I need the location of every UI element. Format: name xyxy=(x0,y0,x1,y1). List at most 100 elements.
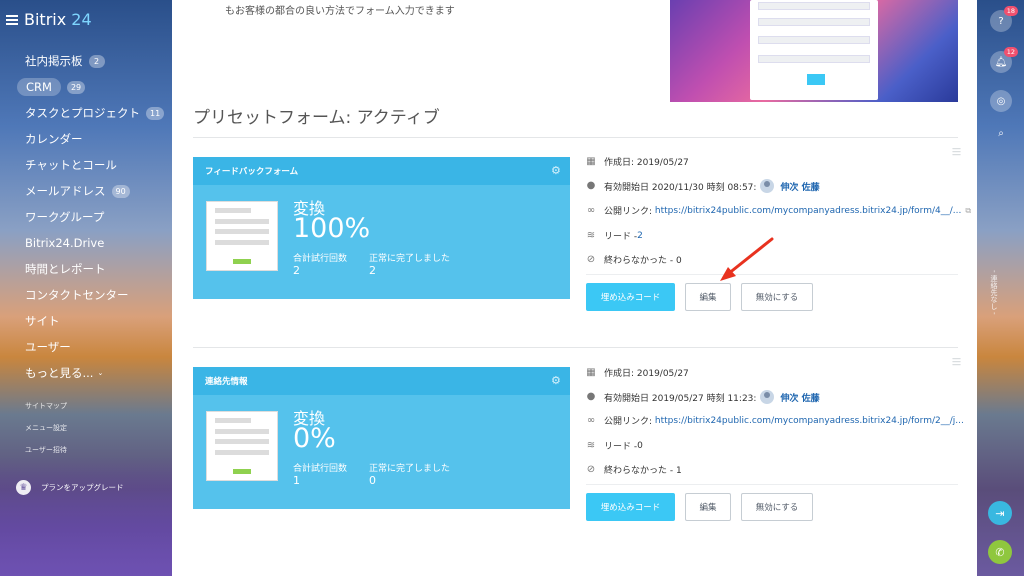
sidebar-item-calendar[interactable]: カレンダー xyxy=(0,126,172,152)
embed-code-button[interactable]: 埋め込みコード xyxy=(586,283,675,311)
sidebar-item-workgroups[interactable]: ワークグループ xyxy=(0,204,172,230)
avatar xyxy=(760,390,775,404)
form-thumbnail[interactable] xyxy=(206,411,278,481)
menu-settings-link[interactable]: メニュー設定 xyxy=(25,423,67,433)
leads-row: ≋ リード - 0 xyxy=(586,439,643,452)
public-link-label: 公開リンク: xyxy=(604,417,653,427)
public-link[interactable]: https://bitrix24public.com/mycompanyadre… xyxy=(655,206,961,216)
exit-button[interactable]: ⇥ xyxy=(988,501,1012,525)
sidebar-item-label: タスクとプロジェクト xyxy=(25,106,140,120)
annotation-arrow-icon xyxy=(720,237,774,281)
disable-button[interactable]: 無効にする xyxy=(741,493,813,521)
sidebar-item-crm[interactable]: CRM 29 xyxy=(0,74,172,100)
edit-button[interactable]: 編集 xyxy=(685,283,731,311)
counter-badge: 2 xyxy=(88,54,105,68)
sidebar-item-time-reports[interactable]: 時間とレポート xyxy=(0,256,172,282)
sidebar-background-fade xyxy=(0,456,172,576)
active-from-row: ● 有効開始日 2020/11/30 時刻 08:57: 伸次 佐藤 xyxy=(586,179,820,193)
counter-badge: 90 xyxy=(111,184,130,198)
sidebar-item-label: CRM xyxy=(17,78,61,96)
sidebar-item-contact-center[interactable]: コンタクトセンター xyxy=(0,282,172,308)
sitemap-link[interactable]: サイトマップ xyxy=(25,401,67,411)
active-from-text: 有効開始日 2019/05/27 時刻 11:23: xyxy=(604,393,757,404)
sidebar-item-mail[interactable]: メールアドレス 90 xyxy=(0,178,172,204)
sidebar-menu: 社内掲示板 2 CRM 29 タスクとプロジェクト 11 カレンダー チャットとコール… xyxy=(0,48,172,386)
sidebar-item-users[interactable]: ユーザー xyxy=(0,334,172,360)
thumb-line xyxy=(215,208,251,213)
embed-code-button[interactable]: 埋め込みコード xyxy=(586,493,675,521)
form-card-header: 連絡先情報 ⚙ xyxy=(193,367,570,395)
active-from-row: ● 有効開始日 2019/05/27 時刻 11:23: 伸次 佐藤 xyxy=(586,390,820,404)
search-button[interactable]: ⌕ xyxy=(990,122,1012,144)
disable-button[interactable]: 無効にする xyxy=(741,283,813,311)
chat-icon: ◎ xyxy=(996,95,1006,107)
crown-icon: ♛ xyxy=(16,480,31,495)
sidebar-item-label: ユーザー xyxy=(25,340,71,354)
counter-badge: 11 xyxy=(146,106,165,120)
sidebar-item-tasks[interactable]: タスクとプロジェクト 11 xyxy=(0,100,172,126)
sidebar-item-chat[interactable]: チャットとコール xyxy=(0,152,172,178)
copy-icon[interactable]: ⧉ xyxy=(965,206,971,216)
unfinished-text: 終わらなかった - 0 xyxy=(604,256,682,266)
attempts-label: 合計試行回数 xyxy=(293,254,348,264)
unfinished-icon: ⊘ xyxy=(586,463,596,475)
messenger-button[interactable]: ◎ xyxy=(990,90,1012,112)
right-toolbar: ? 18 🔔︎ 12 ◎ ⌕ xyxy=(977,0,1024,576)
user-link[interactable]: 伸次 佐藤 xyxy=(780,180,819,193)
leads-link[interactable]: 2 xyxy=(637,231,643,241)
chevron-down-icon: ⌄ xyxy=(97,369,104,377)
created-text: 作成日: 2019/05/27 xyxy=(604,158,689,168)
link-icon: ∞ xyxy=(586,414,596,426)
invite-users-link[interactable]: ユーザー招待 xyxy=(25,445,67,455)
created-text: 作成日: 2019/05/27 xyxy=(604,369,689,379)
avatar xyxy=(760,179,775,193)
sidebar-item-feed[interactable]: 社内掲示板 2 xyxy=(0,48,172,74)
thumb-line xyxy=(215,439,269,444)
menu-burger-icon[interactable] xyxy=(6,14,18,25)
public-link[interactable]: https://bitrix24public.com/mycompanyadre… xyxy=(655,416,964,426)
link-icon: ∞ xyxy=(586,204,596,216)
created-row: ▦ 作成日: 2019/05/27 xyxy=(586,155,689,168)
more-menu-icon[interactable]: — — — xyxy=(952,355,962,370)
sidebar-item-label: チャットとコール xyxy=(25,158,117,172)
upgrade-label: プランをアップグレード xyxy=(41,483,124,492)
search-icon: ⌕ xyxy=(998,127,1004,139)
thumb-button xyxy=(233,469,251,474)
logo-name: Bitrix xyxy=(24,10,67,29)
gear-icon[interactable]: ⚙ xyxy=(551,165,562,176)
counter-badge: 29 xyxy=(66,80,86,94)
user-link[interactable]: 伸次 佐藤 xyxy=(780,391,819,404)
edit-button[interactable]: 編集 xyxy=(685,493,731,521)
app-logo[interactable]: Bitrix 24 xyxy=(24,10,92,29)
thumb-button xyxy=(233,259,251,264)
public-link-row: ∞ 公開リンク: https://bitrix24public.com/mycom… xyxy=(586,414,964,427)
preview-field xyxy=(758,2,870,10)
form-thumbnail[interactable] xyxy=(206,201,278,271)
notifications-button[interactable]: 🔔︎ 12 xyxy=(990,47,1018,73)
gear-icon[interactable]: ⚙ xyxy=(551,375,562,386)
form-card-feedback: フィードバックフォーム ⚙ 変換 100% 合計試行回数 2 正常に完了しました… xyxy=(193,157,570,299)
more-menu-icon[interactable]: — — — xyxy=(952,145,962,160)
attempts-value: 1 xyxy=(293,474,300,487)
sidebar-item-drive[interactable]: Bitrix24.Drive xyxy=(0,230,172,256)
thumb-line xyxy=(215,219,269,224)
upgrade-plan-button[interactable]: ♛ プランをアップグレード xyxy=(16,480,124,495)
calendar-icon: ▦ xyxy=(586,155,596,167)
sidebar-item-sites[interactable]: サイト xyxy=(0,308,172,334)
divider xyxy=(193,137,958,138)
sidebar-item-more[interactable]: もっと見る... ⌄ xyxy=(0,360,172,386)
question-icon: ? xyxy=(998,15,1004,27)
help-button[interactable]: ? 18 xyxy=(990,6,1018,32)
active-from-text: 有効開始日 2020/11/30 時刻 08:57: xyxy=(604,182,757,193)
attempts-label: 合計試行回数 xyxy=(293,464,348,474)
thumb-line xyxy=(215,240,269,245)
thumb-line xyxy=(215,429,269,434)
left-sidebar: Bitrix 24 社内掲示板 2 CRM 29 タスクとプロジェクト 11 カレンダ… xyxy=(0,0,172,576)
unfinished-row: ⊘ 終わらなかった - 0 xyxy=(586,253,682,266)
thumb-line xyxy=(215,229,269,234)
phone-button[interactable]: ✆ xyxy=(988,540,1012,564)
bell-icon: 🔔︎ xyxy=(994,56,1008,68)
unfinished-row: ⊘ 終わらなかった - 1 xyxy=(586,463,682,476)
completed-label: 正常に完了しました xyxy=(369,254,451,264)
sidebar-item-label: 時間とレポート xyxy=(25,262,106,276)
